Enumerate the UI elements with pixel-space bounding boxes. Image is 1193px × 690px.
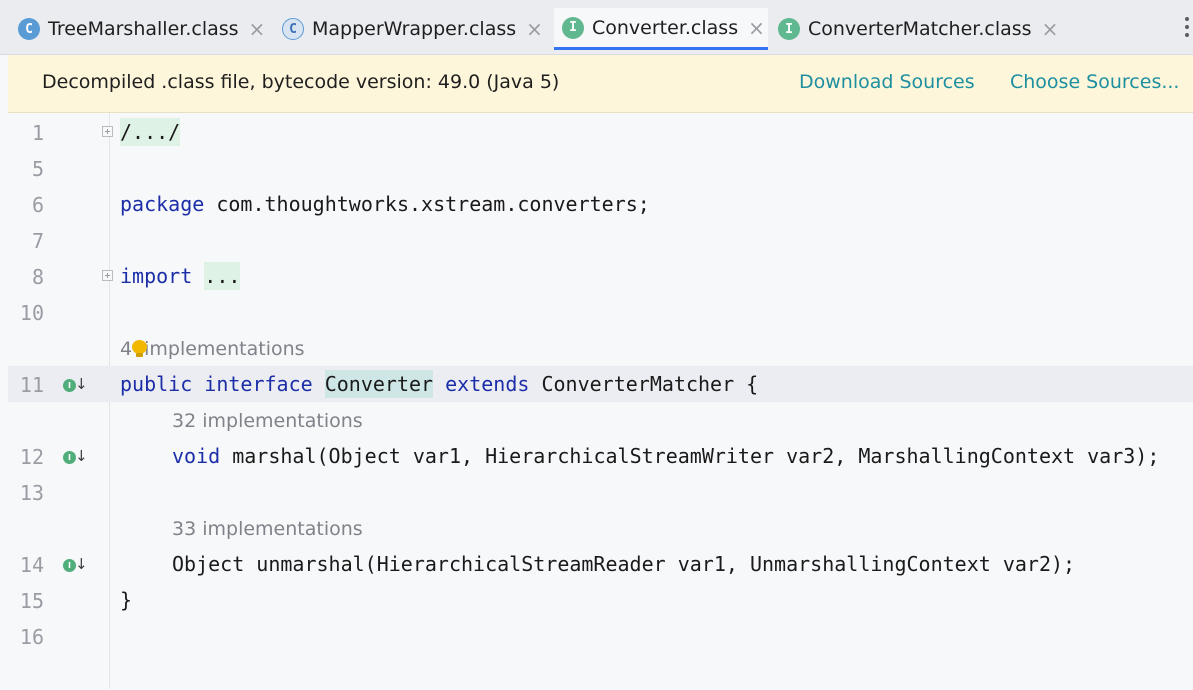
code-line: 8 import ...	[8, 258, 1193, 294]
keyword-public: public	[120, 372, 193, 396]
line-number: 6	[31, 193, 44, 217]
decompiled-banner: Decompiled .class file, bytecode version…	[8, 55, 1193, 113]
code-line: 14 I ↓ Object unmarshal(HierarchicalStrea…	[8, 546, 1193, 582]
keyword-interface: interface	[204, 372, 313, 396]
download-sources-link[interactable]: Download Sources	[799, 71, 975, 93]
tab-convertermatcher[interactable]: I ConverterMatcher.class ×	[778, 8, 1062, 50]
tab-label: MapperWrapper.class	[312, 18, 517, 40]
line-number: 16	[19, 625, 44, 649]
implemented-by-icon[interactable]: I ↓	[63, 375, 88, 395]
lightbulb-icon[interactable]	[132, 340, 148, 358]
code-line: 10	[8, 294, 1193, 330]
interface-icon: I	[562, 16, 584, 39]
keyword-package: package	[120, 192, 205, 216]
interface-icon: I	[778, 18, 800, 40]
tab-label: TreeMarshaller.class	[48, 18, 239, 40]
line-number: 15	[19, 589, 44, 613]
class-icon: C	[18, 18, 40, 40]
tab-treemarshaller[interactable]: C TreeMarshaller.class ×	[18, 8, 272, 50]
implemented-by-icon[interactable]: I ↓	[63, 555, 88, 575]
marshal-signature: marshal(Object var1, HierarchicalStreamW…	[220, 444, 1160, 468]
choose-sources-link[interactable]: Choose Sources...	[1010, 71, 1179, 93]
tab-converter[interactable]: I Converter.class ×	[554, 8, 768, 50]
tab-label: Converter.class	[592, 16, 739, 39]
close-icon[interactable]: ×	[249, 19, 266, 39]
interface-name[interactable]: Converter	[324, 370, 434, 398]
implementations-hint[interactable]: 33 implementations	[172, 518, 363, 540]
line-number: 7	[31, 229, 44, 253]
code-editor[interactable]: 1 /.../ 5 6 package com.thoughtworks.xst…	[8, 113, 1193, 689]
close-icon[interactable]: ×	[748, 18, 765, 38]
code-line: 7	[8, 222, 1193, 258]
code-line-current: 11 I ↓ public interface Converter extends…	[8, 366, 1193, 402]
left-edge	[0, 54, 8, 689]
inlay-hint-row: 4 implementations	[8, 330, 1193, 366]
keyword-import: import	[120, 264, 193, 288]
line-number: 10	[19, 301, 44, 325]
inlay-hint-row: 32 implementations	[8, 402, 1193, 438]
close-icon[interactable]: ×	[526, 19, 543, 39]
code-line: 5	[8, 150, 1193, 186]
code-line: 15 }	[8, 582, 1193, 618]
code-line: 1 /.../	[8, 114, 1193, 150]
implementations-hint[interactable]: 32 implementations	[172, 410, 363, 432]
more-options-icon[interactable]	[1183, 17, 1191, 37]
package-name: com.thoughtworks.xstream.converters;	[204, 192, 650, 216]
inlay-hint-row: 33 implementations	[8, 510, 1193, 546]
code-line: 12 I ↓ void marshal(Object var1, Hierarch…	[8, 438, 1193, 474]
close-icon[interactable]: ×	[1042, 19, 1059, 39]
line-number: 13	[19, 481, 44, 505]
fold-expand-icon[interactable]	[102, 126, 113, 137]
folded-comment[interactable]: /.../	[120, 118, 181, 146]
tab-mapperwrapper[interactable]: C MapperWrapper.class ×	[282, 8, 554, 50]
implemented-by-icon[interactable]: I ↓	[63, 447, 88, 467]
keyword-void: void	[172, 444, 221, 468]
code-line: 13	[8, 474, 1193, 510]
tab-label: ConverterMatcher.class	[808, 18, 1032, 40]
class-icon: C	[282, 18, 304, 40]
line-number: 8	[31, 265, 44, 289]
closing-brace: }	[120, 588, 133, 612]
line-number: 12	[19, 445, 44, 469]
line-number: 5	[31, 157, 44, 181]
line-number: 11	[19, 373, 44, 397]
super-interface: ConverterMatcher {	[529, 372, 759, 396]
editor-tab-bar: C TreeMarshaller.class × C MapperWrapper…	[0, 0, 1193, 55]
keyword-extends: extends	[445, 372, 530, 396]
folded-imports[interactable]: ...	[204, 262, 241, 290]
code-line: 16	[8, 618, 1193, 654]
line-number: 1	[31, 121, 44, 145]
banner-message: Decompiled .class file, bytecode version…	[42, 71, 560, 93]
code-line: 6 package com.thoughtworks.xstream.conve…	[8, 186, 1193, 222]
fold-expand-icon[interactable]	[102, 270, 113, 281]
line-number: 14	[19, 553, 44, 577]
unmarshal-signature: Object unmarshal(HierarchicalStreamReade…	[172, 552, 1076, 576]
